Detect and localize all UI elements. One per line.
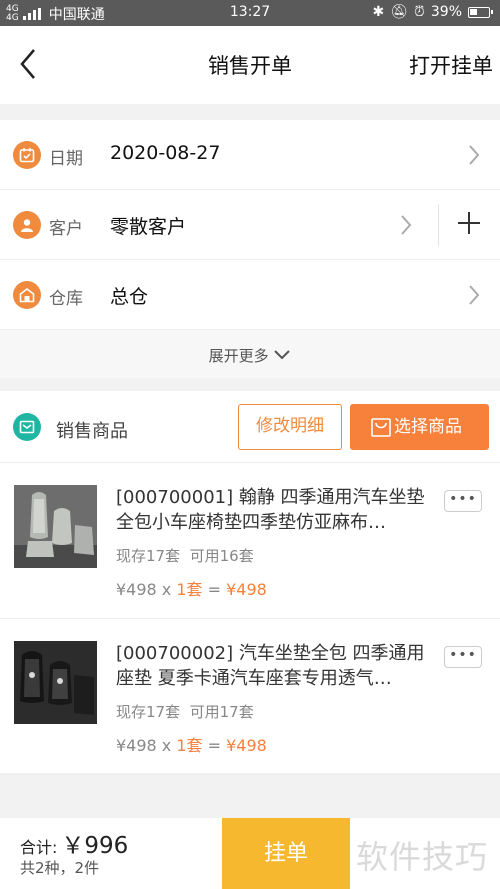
equals-sign: = — [202, 580, 227, 599]
warehouse-row[interactable]: 仓库 总仓 — [0, 260, 500, 330]
total-line: 合计: ￥996 — [20, 826, 128, 860]
unit-price: ¥498 — [116, 580, 157, 599]
open-pending-button[interactable]: 打开挂单 — [409, 50, 493, 80]
customer-label: 客户 — [49, 219, 83, 239]
battery-text: 39% — [430, 4, 462, 20]
stock-current: 现存17套 — [116, 547, 181, 565]
date-value: 2020-08-27 — [110, 142, 221, 164]
stock-info: 现存17套 可用17套 — [116, 701, 254, 722]
item-count: 共2种，2件 — [20, 859, 100, 877]
order-form: 日期 2020-08-27 客户 零散客户 仓库 总仓 展开更多 — [0, 120, 500, 378]
chevron-down-icon — [274, 350, 291, 360]
goods-header: 销售商品 修改明细 选择商品 — [0, 391, 500, 463]
watermark: 软件技巧 — [356, 838, 489, 876]
alarm-icon: ⏰︎ — [413, 4, 425, 20]
chevron-right-icon — [469, 285, 480, 305]
customer-row[interactable]: 客户 零散客户 — [0, 190, 500, 260]
divider — [438, 204, 439, 246]
goods-title: 销售商品 — [56, 421, 128, 442]
edit-details-button[interactable]: 修改明细 — [238, 404, 342, 450]
customer-icon — [13, 211, 41, 239]
footer-bar: 合计: ￥996 共2种，2件 挂单 软件技巧 — [0, 818, 500, 889]
times-sign: x — [156, 580, 177, 599]
stock-current: 现存17套 — [116, 703, 181, 721]
quantity: 1套 — [176, 580, 203, 599]
select-goods-label: 选择商品 — [394, 417, 462, 437]
product-name: [000700002] 汽车坐垫全包 四季通用座垫 夏季卡通汽车座套专用透气… — [116, 643, 425, 689]
bag-icon — [371, 418, 391, 437]
total-label: 合计: — [20, 838, 58, 857]
expand-more-label: 展开更多 — [208, 347, 269, 365]
product-image — [14, 641, 97, 724]
warehouse-icon — [13, 281, 41, 309]
expand-more-button[interactable]: 展开更多 — [0, 330, 500, 378]
mute-icon: 🔕︎ — [390, 4, 408, 20]
stock-available: 可用17套 — [189, 703, 254, 721]
chevron-right-icon — [401, 215, 412, 235]
goods-icon — [13, 413, 41, 441]
product-name: [000700001] 翰静 四季通用汽车坐垫全包小车座椅垫四季垫仿亚麻布… — [116, 487, 425, 533]
equals-sign: = — [202, 736, 227, 755]
battery-icon — [468, 6, 493, 18]
stock-info: 现存17套 可用16套 — [116, 545, 254, 566]
product-image — [14, 485, 97, 568]
hang-order-button[interactable]: 挂单 — [222, 818, 350, 889]
more-options-button[interactable]: ••• — [444, 490, 482, 512]
customer-value: 零散客户 — [110, 216, 187, 238]
date-label: 日期 — [49, 149, 83, 169]
chevron-right-icon — [469, 145, 480, 165]
goods-section: 销售商品 修改明细 选择商品 [000700001] 翰静 四季通用汽车坐垫全包… — [0, 391, 500, 775]
status-right: ✱ 🔕︎ ⏰︎ 39% — [372, 4, 493, 20]
bluetooth-icon: ✱ — [372, 4, 385, 20]
goods-item[interactable]: [000700002] 汽车坐垫全包 四季通用座垫 夏季卡通汽车座套专用透气… … — [0, 619, 500, 775]
status-bar: 4G 4G 中国联通 13:27 ✱ 🔕︎ ⏰︎ 39% — [0, 0, 500, 26]
times-sign: x — [156, 736, 177, 755]
warehouse-value: 总仓 — [110, 286, 149, 308]
date-row[interactable]: 日期 2020-08-27 — [0, 120, 500, 190]
add-customer-button[interactable] — [456, 210, 482, 236]
more-options-button[interactable]: ••• — [444, 646, 482, 668]
line-total: ¥498 — [226, 580, 267, 599]
calendar-icon — [13, 141, 41, 169]
total-amount: ￥996 — [61, 833, 129, 859]
price-line: ¥498 x 1套 = ¥498 — [116, 576, 267, 600]
warehouse-label: 仓库 — [49, 289, 83, 309]
goods-item[interactable]: [000700001] 翰静 四季通用汽车坐垫全包小车座椅垫四季垫仿亚麻布… •… — [0, 463, 500, 619]
unit-price: ¥498 — [116, 736, 157, 755]
quantity: 1套 — [176, 736, 203, 755]
select-goods-button[interactable]: 选择商品 — [350, 404, 489, 450]
line-total: ¥498 — [226, 736, 267, 755]
price-line: ¥498 x 1套 = ¥498 — [116, 732, 267, 756]
nav-bar: 销售开单 打开挂单 — [0, 26, 500, 104]
stock-available: 可用16套 — [189, 547, 254, 565]
